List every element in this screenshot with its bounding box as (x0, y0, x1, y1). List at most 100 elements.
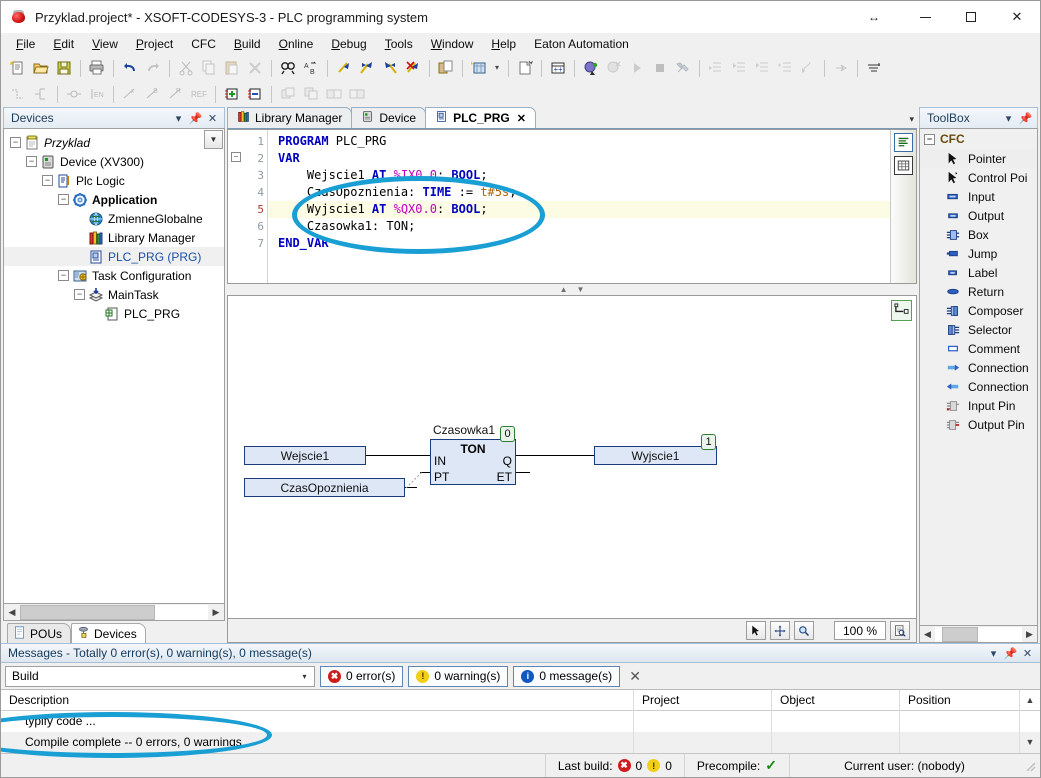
splitter-down-icon[interactable]: ▼ (577, 285, 585, 294)
fold-toggle-icon[interactable]: − (231, 152, 241, 162)
step-into-icon[interactable] (728, 57, 750, 79)
declaration-editor[interactable]: − 1 2 3 4 5 6 7 PROGRAM PLC_PRG VAR Wejs… (227, 129, 917, 284)
dropdown-icon[interactable]: ▾ (1000, 110, 1017, 127)
scroll-thumb[interactable] (941, 626, 979, 642)
print-icon[interactable] (86, 57, 108, 79)
toolbox-item-composer[interactable]: Composer (920, 301, 1037, 320)
duplicate-icon[interactable] (435, 57, 457, 79)
menu-tools[interactable]: Tools (376, 34, 422, 54)
expander-icon[interactable]: − (42, 175, 53, 186)
zoom-level-field[interactable]: 100 % (834, 621, 886, 640)
clear-bookmarks-icon[interactable] (402, 57, 424, 79)
tree-node-zmienneglobalne[interactable]: ZmienneGlobalne (4, 209, 224, 228)
bookmark-toggle-icon[interactable] (333, 57, 355, 79)
toolbox-item-output[interactable]: Output (920, 206, 1037, 225)
cut-icon[interactable] (175, 57, 197, 79)
toolbox-item-output-pin[interactable]: Output Pin (920, 415, 1037, 434)
flow-control-icon[interactable] (863, 57, 885, 79)
chevron-down-icon[interactable]: ▾ (297, 672, 312, 681)
menu-build[interactable]: Build (225, 34, 270, 54)
replace-icon[interactable]: AB (300, 57, 322, 79)
cfc-pin-et[interactable]: ET (497, 470, 512, 484)
reset-coil-icon[interactable]: R (165, 83, 187, 105)
expander-icon[interactable]: − (26, 156, 37, 167)
login-icon[interactable] (580, 57, 602, 79)
en-block-icon[interactable]: EN (86, 83, 108, 105)
cfc-pin-in[interactable]: IN (434, 454, 446, 468)
cfc-input-czasopoznienia[interactable]: CzasOpoznienia (244, 478, 405, 497)
insert-input-icon[interactable] (221, 83, 243, 105)
tree-node-maintask[interactable]: − MainTask (4, 285, 224, 304)
toolbox-horizontal-scrollbar[interactable]: ◀ ▶ (919, 626, 1038, 643)
expander-icon[interactable]: − (58, 270, 69, 281)
pan-icon[interactable] (770, 621, 790, 640)
tree-node-application[interactable]: − Application (4, 190, 224, 209)
tree-dropdown-button[interactable]: ▼ (204, 130, 223, 149)
tab-close-icon[interactable]: ✕ (517, 112, 526, 125)
dropdown-icon[interactable]: ▾ (985, 645, 1002, 662)
scroll-left-icon[interactable]: ◀ (920, 629, 935, 640)
textual-view-icon[interactable] (894, 133, 913, 152)
pin-icon[interactable]: 📌 (1002, 645, 1019, 662)
zoom-icon[interactable] (794, 621, 814, 640)
next-statement-icon[interactable] (830, 57, 852, 79)
declaration-code[interactable]: PROGRAM PLC_PRG VAR Wejscie1 AT %IX0.0: … (268, 130, 890, 283)
scroll-up-icon[interactable]: ▲ (1020, 690, 1040, 711)
cfc-output-wyjscie1[interactable]: Wyjscie1 (594, 446, 717, 465)
scroll-left-icon[interactable]: ◀ (4, 605, 20, 620)
tree-node-plc-prg-pou[interactable]: PLC_PRG (PRG) (4, 247, 224, 266)
menu-online[interactable]: Online (270, 34, 323, 54)
close-button[interactable]: ✕ (994, 1, 1040, 33)
paste-right-icon[interactable] (323, 83, 345, 105)
resize-grip-icon[interactable] (1023, 759, 1037, 773)
close-icon[interactable]: ✕ (1019, 645, 1036, 662)
scroll-track[interactable] (20, 604, 208, 620)
editor-splitter[interactable]: ▲ ▼ (227, 284, 917, 295)
column-header-project[interactable]: Project (634, 689, 772, 711)
cfc-block-ton[interactable]: TON IN PT Q ET (430, 439, 516, 485)
find-icon[interactable] (277, 57, 299, 79)
messages-filter-combo[interactable]: Build ▾ (5, 665, 315, 687)
cfc-pin-q[interactable]: Q (503, 454, 512, 468)
close-icon[interactable]: ✕ (204, 110, 221, 127)
menu-project[interactable]: Project (127, 34, 182, 54)
maximize-button[interactable] (948, 1, 994, 33)
paste-left-icon[interactable] (346, 83, 368, 105)
expander-icon[interactable]: − (924, 133, 935, 145)
toolbox-item-label[interactable]: Label (920, 263, 1037, 282)
toolbox-item-connection-sink[interactable]: Connection (920, 377, 1037, 396)
object-properties-icon[interactable] (514, 57, 536, 79)
run-icon[interactable] (626, 57, 648, 79)
run-to-cursor-icon[interactable] (774, 57, 796, 79)
redo-icon[interactable] (142, 57, 164, 79)
cfc-diagram-canvas[interactable]: Wejscie1 CzasOpoznienia Czasowka1 TON IN… (227, 295, 917, 619)
dropdown-icon[interactable]: ▾ (170, 110, 187, 127)
step-over-icon[interactable] (705, 57, 727, 79)
tab-list-dropdown-icon[interactable]: ▾ (909, 114, 914, 125)
set-next-statement-icon[interactable] (797, 57, 819, 79)
paste-icon[interactable] (221, 57, 243, 79)
menu-view[interactable]: View (83, 34, 127, 54)
warnings-chip[interactable]: ! 0 warning(s) (408, 665, 509, 687)
scroll-track[interactable] (935, 626, 1022, 642)
tab-devices[interactable]: Devices (71, 623, 146, 643)
tabular-view-icon[interactable] (894, 156, 913, 175)
toolbox-group-cfc[interactable]: − CFC (920, 129, 1037, 149)
set-coil-icon[interactable]: S (142, 83, 164, 105)
pin-icon[interactable]: 📌 (187, 110, 204, 127)
menu-help[interactable]: Help (482, 34, 525, 54)
expander-icon[interactable]: − (10, 137, 21, 148)
delete-icon[interactable] (244, 57, 266, 79)
table-row[interactable]: typify code ... (1, 711, 1040, 732)
editor-tab-device[interactable]: Device (351, 107, 427, 128)
messages-chip[interactable]: i 0 message(s) (513, 665, 621, 687)
network-after-icon[interactable] (7, 83, 29, 105)
logout-icon[interactable] (603, 57, 625, 79)
tree-node-project[interactable]: − Przyklad (4, 133, 224, 152)
undo-icon[interactable] (119, 57, 141, 79)
menu-file[interactable]: File (7, 34, 44, 54)
zoom-preview-icon[interactable] (890, 621, 910, 640)
next-bookmark-icon[interactable] (356, 57, 378, 79)
cfc-pin-pt[interactable]: PT (434, 470, 449, 484)
minimize-button[interactable] (902, 1, 948, 33)
